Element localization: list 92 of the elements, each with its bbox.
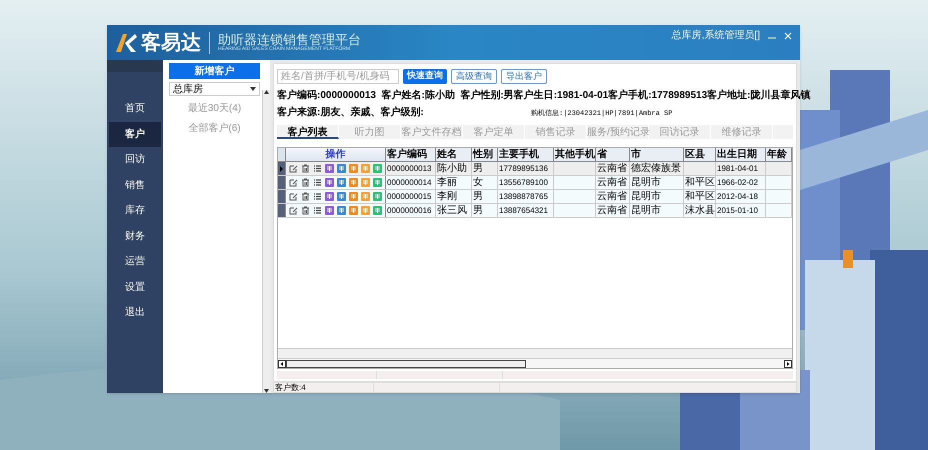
brand-name: 客易达 — [141, 32, 201, 52]
scrollbar-thumb[interactable] — [286, 360, 526, 368]
table-cell: 和平区 — [684, 176, 716, 189]
table-cell: 昆明市 — [630, 204, 684, 217]
trash-icon[interactable] — [301, 206, 310, 215]
table-cell: 云南省 — [596, 204, 630, 217]
column-header[interactable]: 年龄 — [766, 148, 792, 161]
customer-count: 客户数:4 — [274, 383, 374, 392]
table-cell: 0000000013 — [386, 162, 436, 175]
table-cell: 李刚 — [436, 190, 472, 203]
table-row[interactable]: 0000000014 李丽 女 13556789100 云南省 昆明市 和平区 1966-02-02 — [278, 176, 792, 190]
table-cell: 男 — [472, 190, 498, 203]
column-header[interactable]: 出生日期 — [716, 148, 766, 161]
table-cell: 0000000014 — [386, 176, 436, 189]
list-icon[interactable] — [313, 206, 322, 215]
column-header[interactable]: 姓名 — [436, 148, 472, 161]
table-cell: 13898878765 — [498, 190, 554, 203]
nav-item[interactable]: 客户 — [109, 122, 161, 147]
table-cell: 男 — [472, 162, 498, 175]
nav-item[interactable]: 财务 — [109, 224, 161, 249]
platform-title: 助听器连锁销售管理平台 — [218, 33, 361, 46]
toolbar-button[interactable]: 导出客户 — [501, 68, 547, 84]
customer-summary: 客户编码:0000000013 客户姓名:陈小助 客户性别:男 — [277, 88, 514, 103]
list-icon[interactable] — [313, 178, 322, 187]
nav-item[interactable]: 销售 — [109, 172, 161, 198]
table-cell: 和平区 — [684, 190, 716, 203]
table-cell: 13887654321 — [498, 204, 554, 217]
tab[interactable]: 客户列表 — [277, 125, 339, 139]
table-cell: 0000000015 — [386, 190, 436, 203]
trash-icon[interactable] — [301, 164, 310, 173]
nav-item[interactable]: 退出 — [109, 300, 161, 326]
table-cell: 云南省 — [596, 190, 630, 203]
search-field[interactable]: 姓名/首拼/手机号/机身码 — [277, 68, 399, 84]
logo-icon — [115, 32, 137, 52]
toolbar-button[interactable]: 快速查询 — [403, 68, 447, 84]
edit-icon[interactable] — [289, 206, 298, 215]
edit-icon[interactable] — [289, 192, 298, 201]
scroll-up-icon[interactable] — [264, 90, 269, 94]
dropdown-caret-icon — [250, 87, 256, 91]
nav-item[interactable]: 首页 — [109, 96, 161, 122]
table-cell: 沫水县 — [684, 204, 716, 217]
nav-item[interactable]: 设置 — [109, 274, 161, 300]
toolbar-button[interactable]: 高级查询 — [451, 68, 497, 84]
trash-icon[interactable] — [301, 178, 310, 187]
current-row-icon — [280, 166, 283, 172]
column-header[interactable]: 主要手机 — [498, 148, 554, 161]
table-cell: 女 — [472, 176, 498, 189]
table-cell: 男 — [472, 204, 498, 217]
table-cell: 陈小助 — [436, 162, 472, 175]
table-cell: 德宏傣族景 — [630, 162, 684, 175]
trash-icon[interactable] — [301, 192, 310, 201]
table-cell: 0000000016 — [386, 204, 436, 217]
new-customer-button[interactable]: 新增客户 — [169, 63, 260, 79]
table-cell: 昆明市 — [630, 176, 684, 189]
table-cell: 云南省 — [596, 162, 630, 175]
close-icon[interactable] — [784, 32, 792, 40]
customer-source: 客户来源:朋友、亲戚、客户级别: — [277, 105, 424, 120]
column-header[interactable]: 市 — [630, 148, 684, 161]
table-cell: 昆明市 — [630, 190, 684, 203]
column-header[interactable]: 省 — [596, 148, 630, 161]
list-icon[interactable] — [313, 192, 322, 201]
column-header[interactable]: 区县 — [684, 148, 716, 161]
edit-icon[interactable] — [289, 164, 298, 173]
nav-item[interactable]: 库存 — [109, 198, 161, 224]
horizontal-scrollbar[interactable] — [278, 358, 792, 368]
edit-icon[interactable] — [289, 178, 298, 187]
nav-item[interactable]: 回访 — [109, 147, 161, 172]
table-row[interactable]: 0000000016 张三风 男 13887654321 云南省 昆明市 沫水县 2015-01-10 — [278, 204, 792, 218]
table-cell: 13556789100 — [498, 176, 554, 189]
action-column-header[interactable]: 操作 — [286, 148, 386, 161]
customer-details: 客户生日:1981-04-01客户手机:1778989513客户地址:陇川县章风镇 — [514, 88, 810, 103]
scroll-left-icon[interactable] — [278, 360, 286, 368]
nav-item[interactable]: 运营 — [109, 249, 161, 274]
store-select[interactable]: 总库房 — [169, 82, 260, 96]
table-cell: 李丽 — [436, 176, 472, 189]
table-cell: 云南省 — [596, 176, 630, 189]
table-row[interactable]: 0000000013 陈小助 男 17789895136 云南省 德宏傣族景 1981-04-01 — [278, 162, 792, 176]
user-label: 总库房,系统管理员[] — [672, 28, 760, 43]
table-cell: 1981-04-01 — [716, 162, 766, 175]
table-cell: 17789895136 — [498, 162, 554, 175]
list-icon[interactable] — [313, 164, 322, 173]
column-header[interactable]: 客户编码 — [386, 148, 436, 161]
table-cell: 张三风 — [436, 204, 472, 217]
vertical-scrollbar[interactable] — [262, 90, 270, 393]
table-cell: 2015-01-10 — [716, 204, 766, 217]
table-cell: 1966-02-02 — [716, 176, 766, 189]
column-header[interactable]: 性别 — [472, 148, 498, 161]
table-row[interactable]: 0000000015 李刚 男 13898878765 云南省 昆明市 和平区 2012-04-18 — [278, 190, 792, 204]
scroll-right-icon[interactable] — [784, 360, 792, 368]
table-cell: 2012-04-18 — [716, 190, 766, 203]
column-header[interactable]: 其他手机 — [554, 148, 596, 161]
scroll-down-icon[interactable] — [264, 389, 269, 393]
